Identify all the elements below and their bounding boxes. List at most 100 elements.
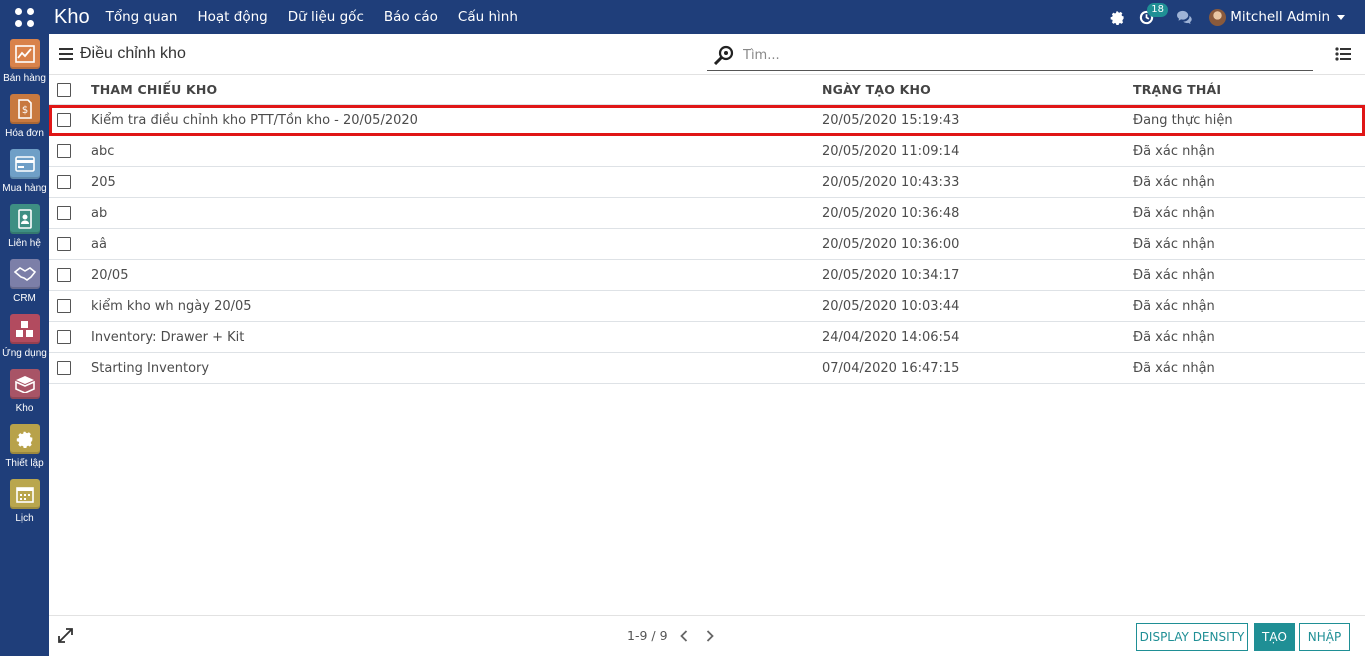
- activity-count-badge: 18: [1147, 2, 1168, 17]
- table-row[interactable]: aâ 20/05/2020 10:36:00 Đã xác nhận: [49, 229, 1365, 260]
- chevron-down-icon: [1337, 14, 1345, 20]
- row-reference: aâ: [91, 236, 107, 252]
- user-menu[interactable]: Mitchell Admin: [1209, 8, 1345, 26]
- sidebar-app-settings[interactable]: Thiết lập: [0, 424, 49, 469]
- row-reference: 205: [91, 174, 116, 190]
- column-header-reference[interactable]: THAM CHIẾU KHO: [91, 82, 217, 97]
- row-state: Đã xác nhận: [1133, 205, 1215, 221]
- table-row[interactable]: 20/05 20/05/2020 10:34:17 Đã xác nhận: [49, 260, 1365, 291]
- top-navbar: Kho Tổng quan Hoạt động Dữ liệu gốc Báo …: [0, 0, 1365, 34]
- sidebar-app-apps[interactable]: Ứng dụng: [0, 314, 49, 359]
- apps-cubes-icon: [9, 314, 40, 344]
- pager: 1-9 / 9: [627, 628, 714, 643]
- row-state: Đã xác nhận: [1133, 360, 1215, 376]
- row-reference: ab: [91, 205, 108, 221]
- row-checkbox[interactable]: [57, 268, 71, 282]
- create-button[interactable]: TẠO: [1254, 623, 1295, 651]
- menu-configuration[interactable]: Cấu hình: [458, 9, 518, 25]
- row-checkbox[interactable]: [57, 175, 71, 189]
- row-state: Đã xác nhận: [1133, 267, 1215, 283]
- row-date: 20/05/2020 10:34:17: [822, 267, 960, 283]
- settings-gear-icon: [9, 424, 40, 454]
- import-button[interactable]: NHẬP: [1299, 623, 1350, 651]
- menu-toggle-icon[interactable]: [59, 48, 73, 60]
- sidebar-app-crm[interactable]: CRM: [0, 259, 49, 304]
- row-date: 20/05/2020 10:03:44: [822, 298, 960, 314]
- row-checkbox[interactable]: [57, 113, 71, 127]
- table-row[interactable]: Starting Inventory 07/04/2020 16:47:15 Đ…: [49, 353, 1365, 384]
- handshake-icon: [9, 259, 40, 289]
- activity-clock-icon[interactable]: 18: [1139, 2, 1168, 25]
- pager-previous-icon[interactable]: [679, 629, 688, 642]
- sidebar-app-sales[interactable]: Bán hàng: [0, 39, 49, 84]
- purchase-card-icon: [9, 149, 40, 179]
- search-icon[interactable]: [711, 45, 737, 65]
- row-reference: Starting Inventory: [91, 360, 210, 376]
- sales-chart-icon: [9, 39, 40, 69]
- page-title: Điều chỉnh kho: [80, 45, 186, 62]
- messages-chat-icon[interactable]: [1176, 10, 1193, 24]
- sidebar-app-inventory[interactable]: Kho: [0, 369, 49, 414]
- row-date: 20/05/2020 11:09:14: [822, 143, 960, 159]
- table-row[interactable]: kiểm kho wh ngày 20/05 20/05/2020 10:03:…: [49, 291, 1365, 322]
- menu-master-data[interactable]: Dữ liệu gốc: [288, 9, 364, 25]
- row-checkbox[interactable]: [57, 144, 71, 158]
- app-sidebar: Bán hàng $ Hóa đơn Mua hàng Liên hệ CRM …: [0, 34, 49, 656]
- column-header-date[interactable]: NGÀY TẠO KHO: [822, 82, 931, 97]
- row-date: 24/04/2020 14:06:54: [822, 329, 960, 345]
- menu-operations[interactable]: Hoạt động: [197, 9, 267, 25]
- user-name: Mitchell Admin: [1230, 9, 1330, 25]
- inventory-box-icon: [9, 369, 40, 399]
- pager-next-icon[interactable]: [706, 629, 714, 642]
- table-row[interactable]: Inventory: Drawer + Kit 24/04/2020 14:06…: [49, 322, 1365, 353]
- row-reference: 20/05: [91, 267, 129, 283]
- row-checkbox[interactable]: [57, 299, 71, 313]
- footer-bar: 1-9 / 9 DISPLAY DENSITY TẠO NHẬP: [49, 615, 1365, 656]
- row-checkbox[interactable]: [57, 206, 71, 220]
- app-switcher-icon[interactable]: [0, 0, 49, 34]
- row-state: Đang thực hiện: [1133, 112, 1233, 128]
- row-date: 20/05/2020 10:36:00: [822, 236, 960, 252]
- row-date: 20/05/2020 15:19:43: [822, 112, 960, 128]
- row-checkbox[interactable]: [57, 361, 71, 375]
- row-reference: Inventory: Drawer + Kit: [91, 329, 245, 345]
- row-state: Đã xác nhận: [1133, 143, 1215, 159]
- select-all-checkbox[interactable]: [57, 82, 71, 97]
- inventory-adjustments-table: THAM CHIẾU KHO NGÀY TẠO KHO TRẠNG THÁI K…: [49, 75, 1365, 384]
- sidebar-app-invoicing[interactable]: $ Hóa đơn: [0, 94, 49, 139]
- menu-overview[interactable]: Tổng quan: [106, 9, 178, 25]
- row-reference: Kiểm tra điều chỉnh kho PTT/Tồn kho - 20…: [91, 112, 418, 128]
- row-state: Đã xác nhận: [1133, 329, 1215, 345]
- svg-text:$: $: [21, 105, 27, 116]
- row-date: 20/05/2020 10:43:33: [822, 174, 960, 190]
- menu-reporting[interactable]: Báo cáo: [384, 9, 438, 25]
- table-row[interactable]: ab 20/05/2020 10:36:48 Đã xác nhận: [49, 198, 1365, 229]
- calendar-icon: [9, 479, 40, 509]
- row-reference: kiểm kho wh ngày 20/05: [91, 298, 252, 314]
- fullscreen-expand-icon[interactable]: [58, 628, 73, 647]
- table-row[interactable]: Kiểm tra điều chỉnh kho PTT/Tồn kho - 20…: [49, 105, 1365, 136]
- column-header-state[interactable]: TRẠNG THÁI: [1133, 82, 1221, 97]
- list-view-icon[interactable]: [1335, 47, 1351, 65]
- app-brand[interactable]: Kho: [54, 6, 90, 29]
- row-state: Đã xác nhận: [1133, 236, 1215, 252]
- row-date: 20/05/2020 10:36:48: [822, 205, 960, 221]
- avatar: [1209, 8, 1227, 26]
- sidebar-app-purchase[interactable]: Mua hàng: [0, 149, 49, 194]
- contacts-book-icon: [9, 204, 40, 234]
- row-checkbox[interactable]: [57, 330, 71, 344]
- sidebar-app-contacts[interactable]: Liên hệ: [0, 204, 49, 249]
- display-density-button[interactable]: DISPLAY DENSITY: [1136, 623, 1248, 651]
- row-checkbox[interactable]: [57, 237, 71, 251]
- search-bar: [707, 40, 1313, 71]
- table-row[interactable]: 205 20/05/2020 10:43:33 Đã xác nhận: [49, 167, 1365, 198]
- pager-value[interactable]: 1-9 / 9: [627, 628, 668, 643]
- search-input[interactable]: [743, 47, 1303, 63]
- sidebar-app-calendar[interactable]: Lịch: [0, 479, 49, 524]
- row-reference: abc: [91, 143, 115, 159]
- debug-gear-icon[interactable]: [1110, 10, 1125, 25]
- control-panel: Điều chỉnh kho: [49, 34, 1365, 75]
- table-header: THAM CHIẾU KHO NGÀY TẠO KHO TRẠNG THÁI: [49, 75, 1365, 105]
- table-row[interactable]: abc 20/05/2020 11:09:14 Đã xác nhận: [49, 136, 1365, 167]
- row-state: Đã xác nhận: [1133, 174, 1215, 190]
